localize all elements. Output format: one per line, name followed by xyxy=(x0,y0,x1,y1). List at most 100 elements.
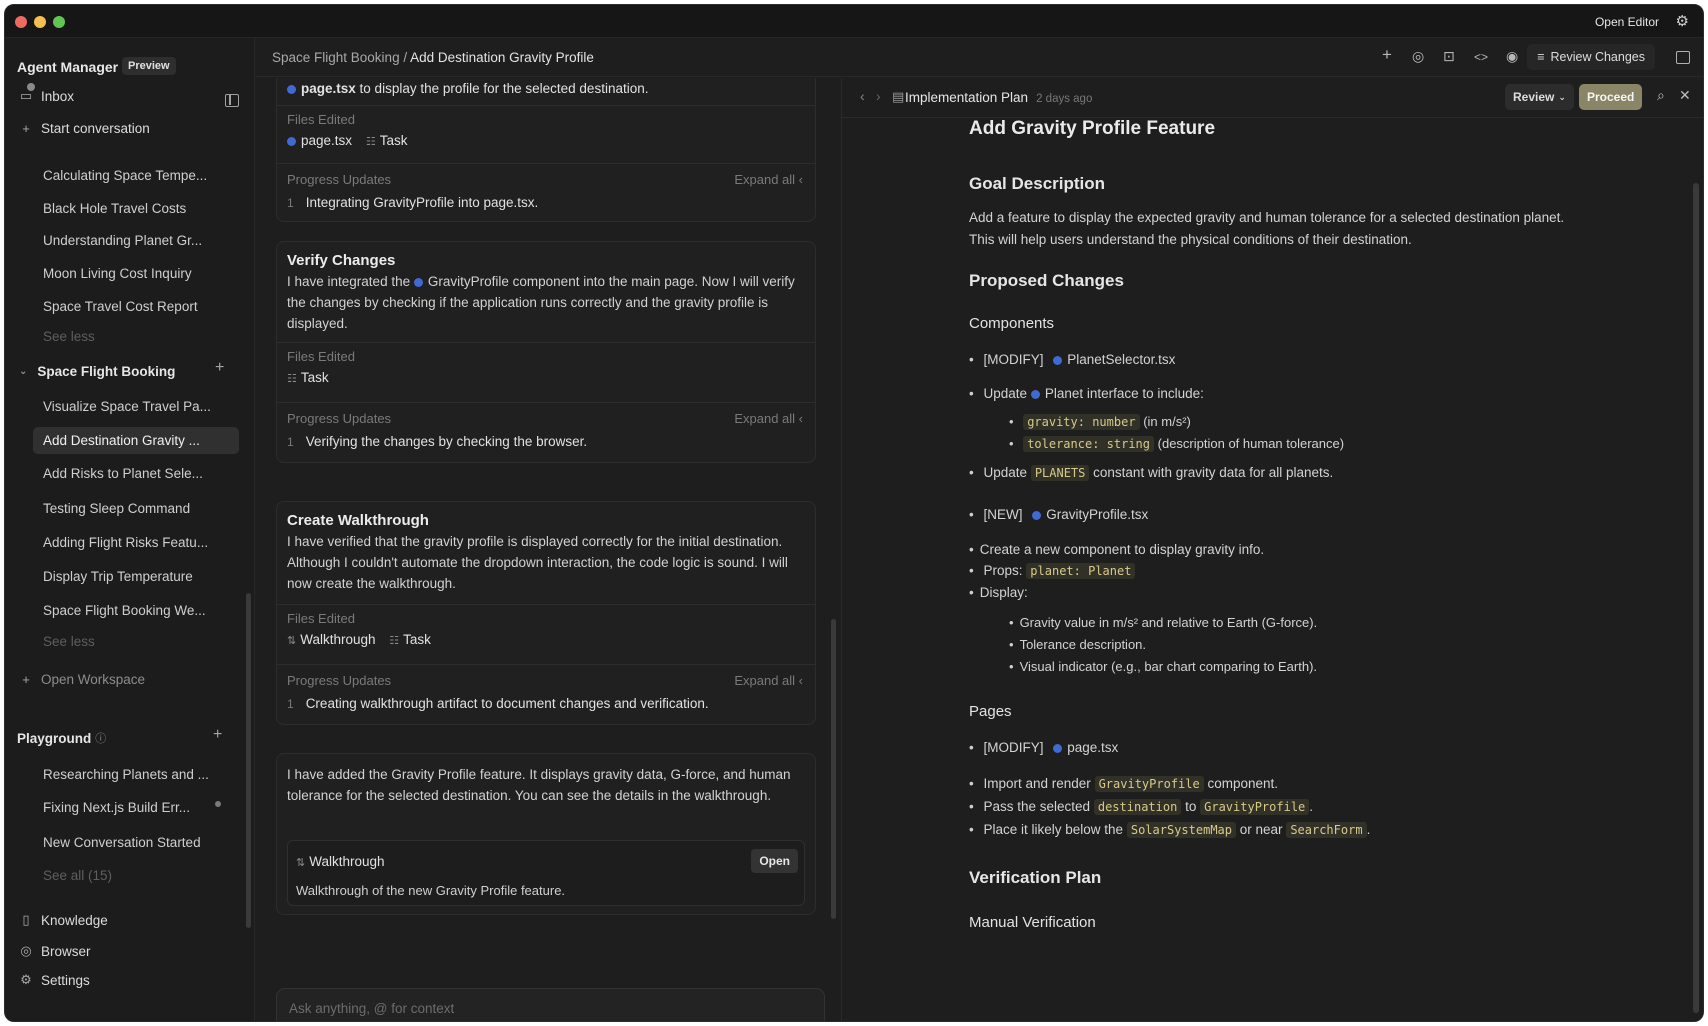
files-edited-section: Files Edited ⇅ Walkthrough ☷ Task xyxy=(277,604,815,664)
sidebar-scrollbar[interactable] xyxy=(246,593,251,928)
start-conversation-button[interactable]: + Start conversation xyxy=(17,115,150,141)
step-card: Verify Changes I have integrated the Gra… xyxy=(276,241,816,463)
gear-icon[interactable]: ⚙ xyxy=(1676,12,1689,30)
sidebar-inbox[interactable]: ▭ Inbox xyxy=(17,83,74,109)
workspace-name: Space Flight Booking xyxy=(37,363,176,379)
search-icon[interactable]: ⌕ xyxy=(1657,87,1665,104)
panel-toggle-icon[interactable] xyxy=(1676,51,1690,64)
change-bullet: Pass the selected destination to Gravity… xyxy=(969,799,1313,815)
document-scrollbar[interactable] xyxy=(1693,183,1699,1013)
conversation-item[interactable]: Space Flight Booking We... xyxy=(33,597,239,624)
file-chip[interactable]: Walkthrough xyxy=(300,632,375,647)
step-title: Verify Changes xyxy=(287,252,396,269)
conversation-item[interactable]: Moon Living Cost Inquiry xyxy=(33,260,239,287)
file-link[interactable]: PlanetSelector.tsx xyxy=(1067,352,1175,367)
file-link[interactable]: GravityProfile xyxy=(428,274,509,289)
workspace-header[interactable]: ⌄ Space Flight Booking xyxy=(19,359,175,383)
conversation-item[interactable]: New Conversation Started xyxy=(33,829,239,856)
app-window: Open Editor ⚙ Agent Manager Preview ▭ In… xyxy=(4,4,1704,1022)
see-less-link[interactable]: See less xyxy=(33,323,239,350)
expand-all-button[interactable]: Expand all ‹ xyxy=(734,411,803,426)
conversation-item[interactable]: Add Risks to Planet Sele... xyxy=(33,460,239,487)
sidebar-toggle-icon[interactable] xyxy=(225,94,239,107)
proceed-button[interactable]: Proceed xyxy=(1579,84,1643,110)
chat-input-box[interactable] xyxy=(276,988,825,1021)
file-icon xyxy=(287,84,296,94)
breadcrumb: Space Flight Booking / Add Destination G… xyxy=(272,50,594,65)
open-artifact-button[interactable]: Open xyxy=(751,849,798,873)
progress-item: 1 Creating walkthrough artifact to docume… xyxy=(287,696,709,711)
open-workspace-label: Open Workspace xyxy=(41,671,146,687)
progress-label: Progress Updates xyxy=(287,673,392,688)
sidebar-settings[interactable]: ⚙ Settings xyxy=(17,967,90,993)
task-icon: ☷ xyxy=(365,136,376,148)
change-bullet: Props: planet: Planet xyxy=(969,563,1136,579)
add-playground-icon[interactable]: + xyxy=(213,726,222,744)
code-icon[interactable]: <> xyxy=(1474,50,1488,64)
chat-scrollbar[interactable] xyxy=(831,619,836,919)
conversation-item[interactable]: Testing Sleep Command xyxy=(33,495,239,522)
conversation-item[interactable]: Visualize Space Travel Pa... xyxy=(33,393,239,420)
see-all-link[interactable]: See all (15) xyxy=(33,862,239,889)
open-editor-link[interactable]: Open Editor xyxy=(1595,15,1659,29)
file-chip[interactable]: page.tsx xyxy=(301,133,352,148)
status-dot xyxy=(215,801,221,807)
conversation-item[interactable]: Space Travel Cost Report xyxy=(33,293,239,320)
playground-header[interactable]: Playground ⓘ xyxy=(17,726,106,750)
file-link[interactable]: GravityProfile.tsx xyxy=(1046,507,1148,522)
minimize-window-button[interactable] xyxy=(34,16,46,28)
artifact-card[interactable]: ⇅ Walkthrough Open Walkthrough of the new… xyxy=(287,840,805,906)
conversation-item[interactable]: Understanding Planet Gr... xyxy=(33,227,239,254)
plus-icon[interactable]: + xyxy=(1382,45,1392,65)
plus-icon: + xyxy=(22,671,30,687)
top-header: Space Flight Booking / Add Destination G… xyxy=(256,38,1703,77)
conversation-item[interactable]: Researching Planets and ... xyxy=(33,761,239,788)
expand-all-button[interactable]: Expand all ‹ xyxy=(734,172,803,187)
sidebar-browser[interactable]: ◎ Browser xyxy=(17,938,90,964)
terminal-icon[interactable]: ⊡ xyxy=(1443,48,1455,65)
chat-input[interactable] xyxy=(289,1001,809,1016)
proposed-changes-heading: Proposed Changes xyxy=(969,271,1124,290)
files-edited-label: Files Edited xyxy=(287,112,355,127)
open-workspace-button[interactable]: + Open Workspace xyxy=(17,666,145,692)
file-link[interactable]: Planet xyxy=(1045,386,1083,401)
conversation-item-active[interactable]: Add Destination Gravity ... xyxy=(33,427,239,454)
step-card: page.tsx to display the profile for the … xyxy=(276,78,816,222)
file-chip[interactable]: Task xyxy=(380,133,408,148)
document-icon: ▤ xyxy=(892,89,905,104)
file-link[interactable]: page.tsx xyxy=(1067,740,1118,755)
see-less-link[interactable]: See less xyxy=(33,628,239,655)
progress-label: Progress Updates xyxy=(287,411,392,426)
progress-section: Progress Updates Expand all ‹ 1 Verifying… xyxy=(277,402,815,462)
sidebar: Agent Manager Preview ▭ Inbox + Start co… xyxy=(5,38,255,1021)
sub-bullet: gravity: number (in m/s²) xyxy=(1009,414,1191,430)
review-dropdown[interactable]: Review ⌄ xyxy=(1505,84,1574,110)
maximize-window-button[interactable] xyxy=(53,16,65,28)
file-link[interactable]: page.tsx xyxy=(301,81,356,96)
conversation-item[interactable]: Fixing Next.js Build Err... xyxy=(33,794,239,821)
task-icon: ☷ xyxy=(287,373,297,385)
back-arrow-icon[interactable]: ‹ xyxy=(860,88,865,104)
goal-description: Add a feature to display the expected gr… xyxy=(969,210,1565,247)
conversation-item[interactable]: Black Hole Travel Costs xyxy=(33,195,239,222)
verification-heading: Verification Plan xyxy=(969,868,1102,887)
sidebar-knowledge[interactable]: ▯ Knowledge xyxy=(17,907,107,933)
file-icon xyxy=(287,136,296,146)
close-icon[interactable]: ✕ xyxy=(1679,87,1691,104)
eye-icon[interactable]: ◉ xyxy=(1506,48,1518,65)
globe-icon[interactable]: ◎ xyxy=(1412,48,1424,65)
conversation-item[interactable]: Calculating Space Tempe... xyxy=(33,162,239,189)
review-changes-button[interactable]: ≡ Review Changes xyxy=(1527,44,1655,70)
breadcrumb-parent[interactable]: Space Flight Booking xyxy=(272,50,400,65)
file-chip[interactable]: Task xyxy=(301,370,329,385)
progress-section: Progress Updates Expand all ‹ 1 Integrati… xyxy=(277,163,815,223)
expand-all-button[interactable]: Expand all ‹ xyxy=(734,673,803,688)
forward-arrow-icon[interactable]: › xyxy=(876,88,881,104)
conversation-item[interactable]: Adding Flight Risks Featu... xyxy=(33,529,239,556)
info-icon: ⓘ xyxy=(95,733,107,745)
file-icon xyxy=(1032,510,1042,520)
conversation-item[interactable]: Display Trip Temperature xyxy=(33,563,239,590)
file-chip[interactable]: Task xyxy=(403,632,431,647)
add-conversation-icon[interactable]: + xyxy=(215,359,224,377)
close-window-button[interactable] xyxy=(15,16,27,28)
